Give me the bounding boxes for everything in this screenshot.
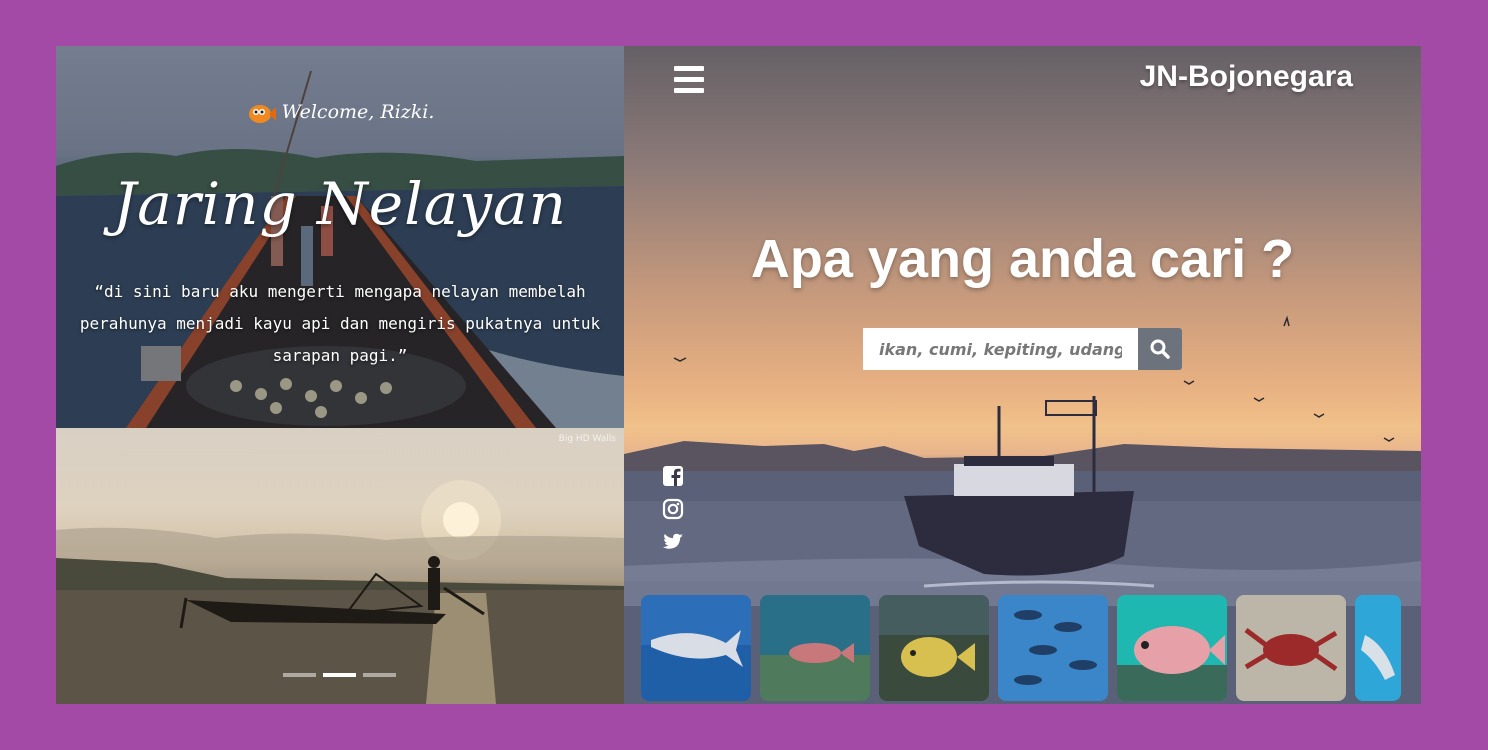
thumbnail-shark[interactable] (1355, 595, 1401, 701)
search-icon (1150, 339, 1170, 359)
welcome-message: Welcome, Rizki. (56, 98, 624, 128)
site-name[interactable]: JN-Bojonegara (1140, 60, 1353, 94)
thumbnail-rabbitfish[interactable] (879, 595, 989, 701)
facebook-icon[interactable] (662, 465, 684, 487)
carousel-dot-active[interactable] (323, 673, 356, 677)
hero-image-sunset-fisherman: Big HD Walls (56, 428, 624, 704)
left-panel: Welcome, Rizki. Jaring Nelayan “di sini … (56, 46, 624, 704)
carousel-indicators (283, 673, 396, 677)
thumbnail-coral-fish[interactable] (760, 595, 870, 701)
search-headline: Apa yang anda cari ? (750, 229, 1295, 289)
search-bar (863, 328, 1182, 370)
welcome-text: Welcome, Rizki. (281, 101, 435, 123)
watermark: Big HD Walls (558, 434, 616, 444)
twitter-icon[interactable] (662, 531, 684, 553)
search-input[interactable] (863, 328, 1138, 370)
hero-quote: “di sini baru aku mengerti mengapa nelay… (79, 282, 601, 365)
carousel-dot[interactable] (363, 673, 396, 677)
fish-thumbnail-strip (641, 595, 1404, 703)
thumbnail-snapper[interactable] (1117, 595, 1227, 701)
hamburger-menu-button[interactable] (674, 66, 704, 94)
right-panel: JN-Bojonegara Apa yang anda cari ? (624, 46, 1421, 704)
brand-title: Jaring Nelayan (113, 170, 567, 238)
page-frame: Welcome, Rizki. Jaring Nelayan “di sini … (56, 46, 1421, 704)
search-button[interactable] (1138, 328, 1182, 370)
social-links (662, 465, 684, 553)
thumbnail-tuna[interactable] (641, 595, 751, 701)
fish-logo-icon (246, 98, 276, 128)
thumbnail-lobster[interactable] (1236, 595, 1346, 701)
instagram-icon[interactable] (662, 498, 684, 520)
thumbnail-tuna-school[interactable] (998, 595, 1108, 701)
carousel-dot[interactable] (283, 673, 316, 677)
